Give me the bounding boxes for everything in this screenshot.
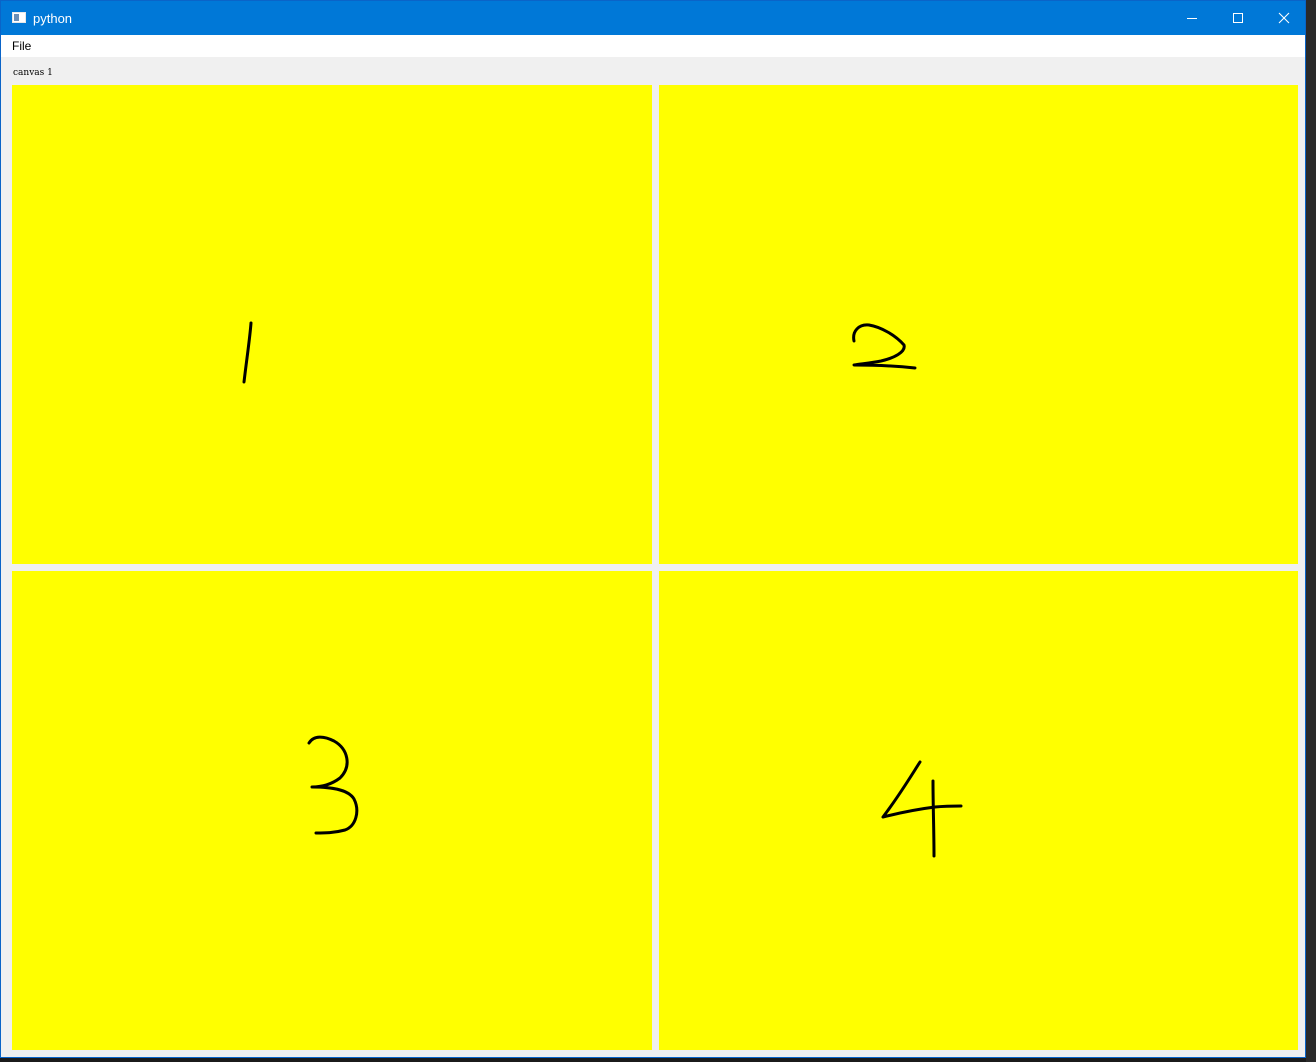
app-window: python File canvas 1 [0,0,1306,1058]
digit-two-drawing [852,323,917,370]
minimize-button[interactable] [1169,1,1215,35]
title-bar[interactable]: python [1,1,1305,35]
canvas-panel-4[interactable] [659,571,1298,1050]
maximize-icon [1233,13,1243,23]
window-title: python [33,11,73,26]
close-button[interactable] [1261,1,1307,35]
canvas-label: canvas 1 [13,68,53,78]
digit-three-drawing [307,735,359,835]
window-app-icon [12,12,26,23]
close-icon [1278,12,1290,24]
maximize-button[interactable] [1215,1,1261,35]
menu-bar: File [1,35,1305,57]
digit-one-drawing [242,321,253,384]
background-edge [1306,0,1316,1062]
canvas-panel-2[interactable] [659,85,1298,564]
canvas-panel-1[interactable] [12,85,652,564]
canvas-panel-3[interactable] [12,571,652,1050]
minimize-icon [1187,18,1197,19]
menu-file[interactable]: File [12,39,31,53]
digit-four-drawing [881,760,963,858]
